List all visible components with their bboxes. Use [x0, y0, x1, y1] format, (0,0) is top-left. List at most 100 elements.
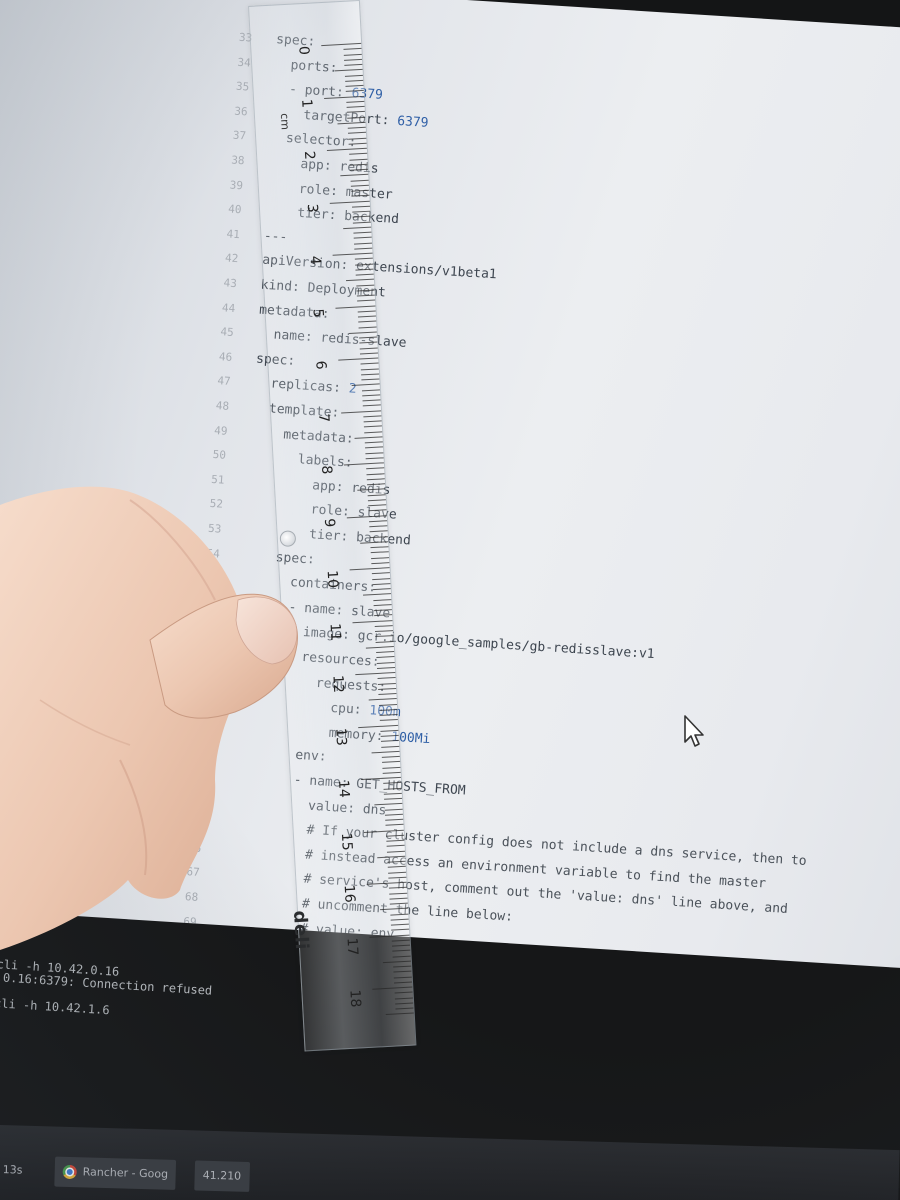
ruler-tick [380, 740, 399, 743]
ruler-tick [346, 514, 387, 518]
ruler-tick [387, 860, 406, 863]
ruler-tick [368, 504, 387, 507]
ruler-tick [340, 173, 369, 177]
ruler-tick [371, 561, 390, 564]
ruler-unit-label: cm [277, 112, 292, 131]
ruler-tick [384, 808, 403, 811]
ruler-number: 14 [335, 779, 352, 799]
ruler-tick [354, 247, 373, 250]
ruler-tick [389, 902, 408, 905]
ruler-hang-hole [279, 530, 297, 548]
ruler-tick [351, 194, 370, 197]
ruler-tick [374, 614, 393, 617]
code-editor[interactable]: 33spec:34ports:35- port: 637936targetPor… [0, 0, 900, 1060]
ruler-tick [390, 923, 409, 926]
ruler-tick [349, 158, 368, 161]
ruler-tick [345, 90, 364, 93]
ruler-tick [373, 603, 392, 606]
ruler-tick [350, 184, 369, 187]
ruler-tick [355, 263, 374, 266]
ruler-tick [394, 991, 413, 994]
ruler-tick [365, 446, 384, 449]
taskbar-item-clock: 13s [2, 1163, 23, 1177]
ruler-number: 3 [303, 202, 321, 213]
ruler-tick [352, 221, 371, 224]
ruler-tick [378, 687, 397, 690]
ruler-tick [359, 341, 378, 344]
line-number: 65 [189, 816, 204, 831]
line-number: 68 [184, 890, 199, 904]
ruler-tick [368, 698, 397, 701]
line-number: 35 [235, 79, 250, 94]
ruler-tick [379, 719, 398, 722]
ruler-tick [363, 829, 404, 833]
ruler-number: 16 [340, 884, 358, 904]
line-number: 51 [210, 472, 225, 487]
ruler-tick [343, 462, 384, 466]
ruler-tick [374, 630, 394, 633]
ruler-tick [390, 913, 409, 916]
ruler-tick [379, 708, 398, 711]
ruler-tick [393, 970, 412, 973]
taskbar-item-browser[interactable]: Rancher - Goog [54, 1156, 177, 1190]
ruler-tick [376, 666, 396, 669]
ruler-tick [389, 897, 408, 900]
ruler-tick [356, 294, 375, 297]
line-number: 54 [206, 546, 221, 561]
ruler-tick [367, 483, 386, 486]
ruler-tick [365, 457, 384, 460]
ruler-tick [358, 326, 377, 328]
ruler-tick [348, 142, 367, 145]
ruler-tick [357, 299, 376, 302]
line-number: 42 [224, 251, 239, 266]
line-number: 34 [237, 55, 252, 70]
ruler-tick [348, 137, 367, 140]
ruler-tick [382, 771, 401, 774]
ruler-tick [388, 886, 407, 889]
ruler-tick [385, 824, 404, 827]
ruler-tick [360, 367, 379, 370]
ruler-tick [370, 551, 389, 554]
ruler-tick [384, 797, 403, 800]
ruler-number: 4 [306, 255, 324, 266]
ruler-tick [391, 928, 410, 931]
ruler-tick [385, 1012, 414, 1016]
ruler-tick [357, 488, 386, 492]
ruler-tick [347, 116, 366, 119]
ruler-number: 8 [317, 465, 335, 475]
taskbar-item-remote[interactable]: 41.210 [194, 1160, 250, 1192]
ruler-tick [372, 577, 391, 580]
ruler-tick [376, 661, 395, 664]
ruler-tick [377, 855, 406, 859]
ruler-tick [395, 1007, 414, 1010]
ruler-tick [324, 95, 365, 99]
ruler-tick [337, 121, 366, 125]
ruler-tick [386, 845, 405, 847]
ruler-tick [321, 42, 362, 47]
chrome-icon [62, 1164, 77, 1180]
ruler-tick [362, 394, 381, 397]
ruler-tick [366, 472, 385, 475]
taskbar-item-remote-label: 41.210 [202, 1168, 242, 1183]
ruler-tick [357, 315, 376, 318]
ruler-tick [345, 84, 364, 87]
ruler-tick [362, 404, 381, 407]
ruler-tick [369, 519, 388, 522]
ruler-tick [344, 63, 363, 66]
line-number: 62 [193, 742, 208, 757]
ruler-tick [343, 226, 372, 229]
line-number: 64 [190, 791, 205, 806]
ruler-number: 6 [312, 360, 329, 370]
ruler-tick [344, 58, 363, 61]
ruler-tick [354, 436, 383, 439]
ruler-number: 17 [343, 936, 361, 956]
ruler-number: 2 [300, 150, 318, 161]
line-number: 49 [213, 423, 228, 438]
ruler-tick [371, 750, 400, 754]
line-number: 39 [229, 178, 244, 192]
ruler-tick [378, 703, 397, 706]
ruler-tick [372, 986, 413, 990]
ruler-tick [376, 651, 395, 654]
ruler-number: 0 [295, 45, 312, 56]
ruler-tick [377, 677, 396, 680]
